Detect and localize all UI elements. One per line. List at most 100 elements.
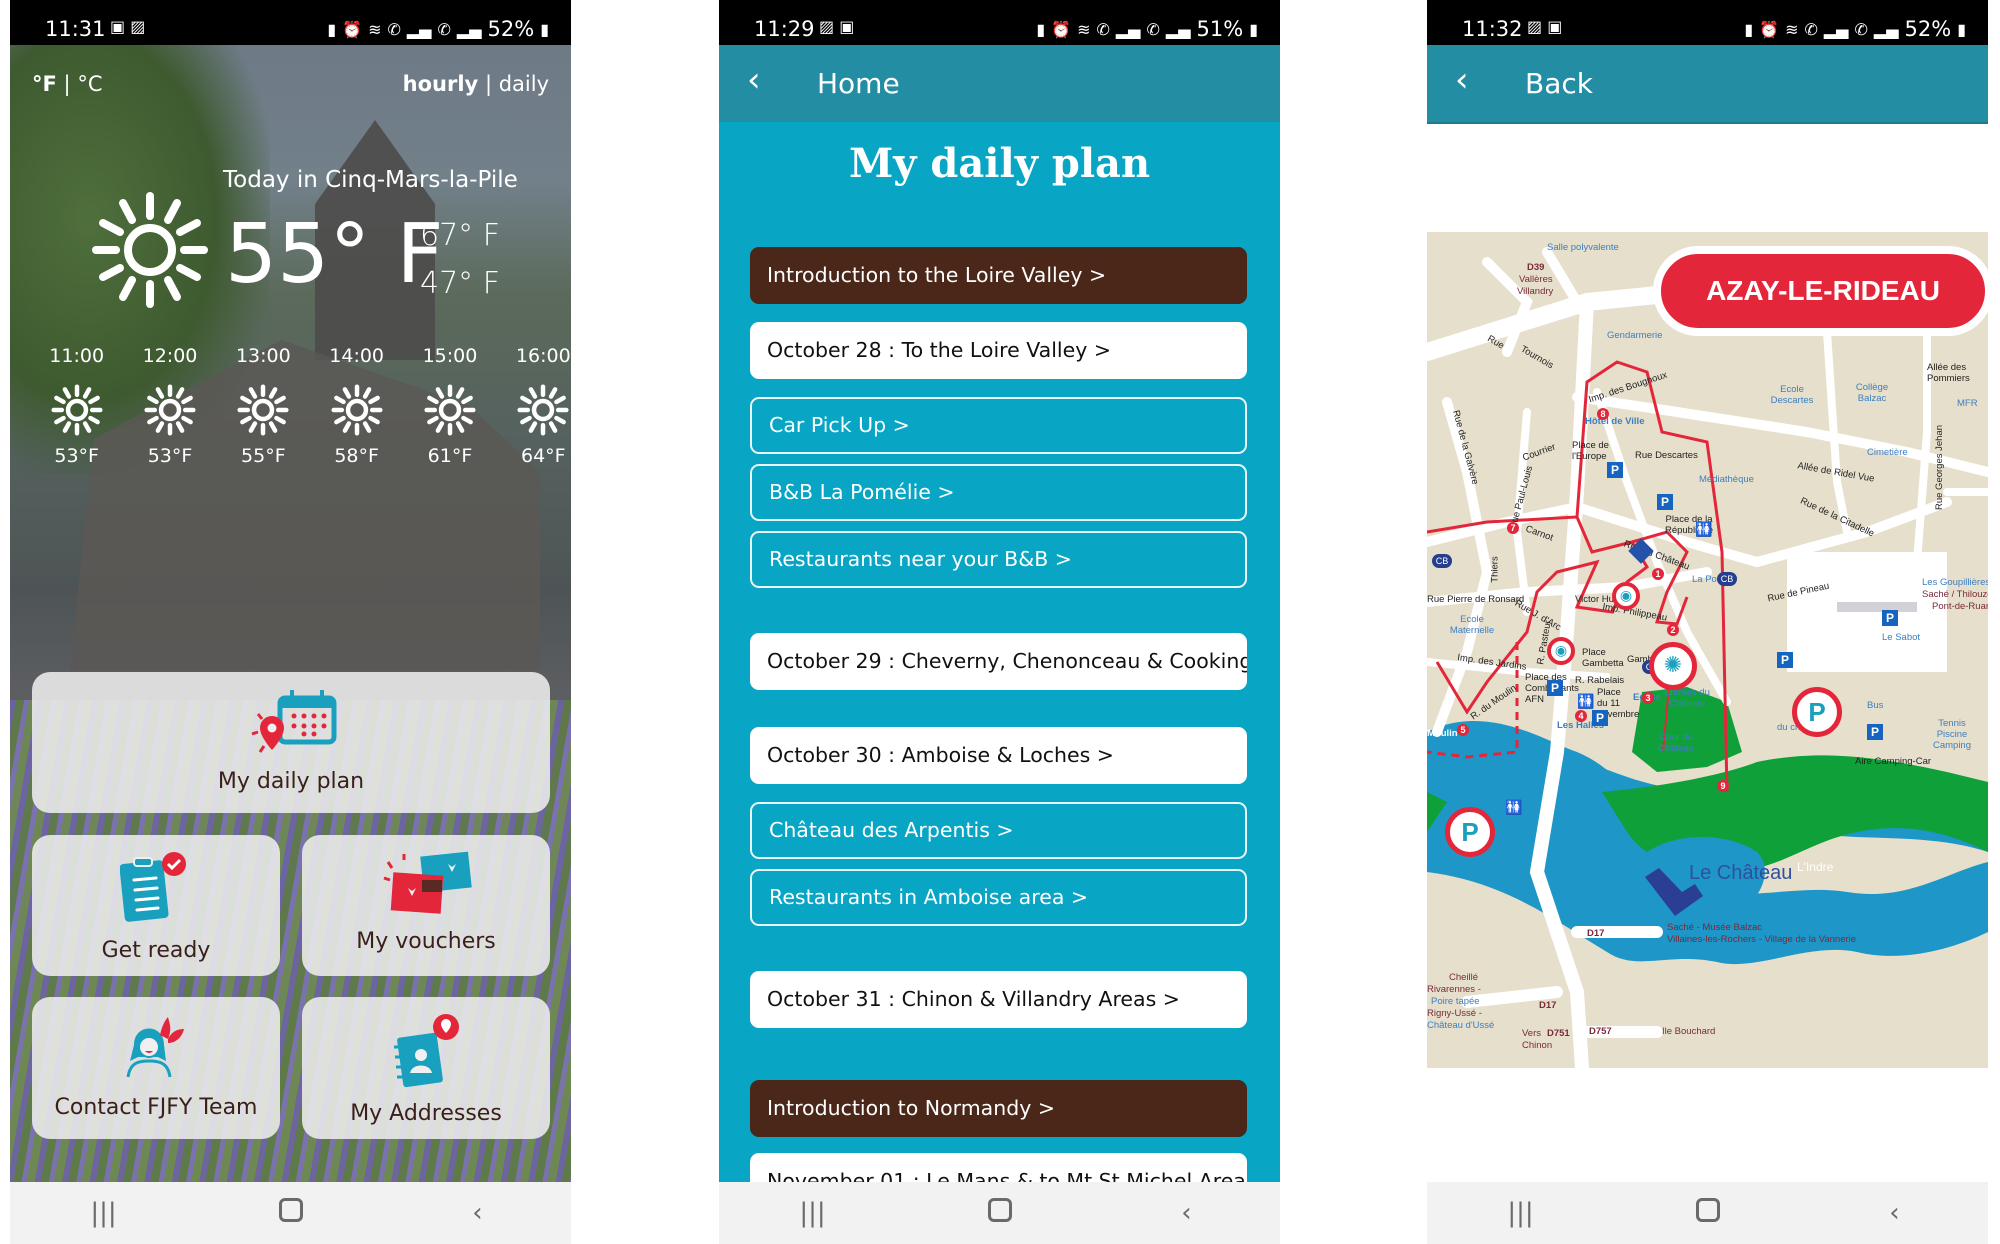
back-button[interactable]: ‹: [438, 1198, 518, 1228]
plan-item-day[interactable]: October 29 : Cheverny, Chenonceau & Cook…: [750, 633, 1247, 690]
battery-percent: 51%: [1196, 17, 1244, 41]
map-label: Vallères: [1519, 274, 1553, 285]
signal-icon: ▂▄: [1115, 19, 1141, 39]
map-label: Cheillé: [1449, 972, 1479, 983]
route-stop-marker: 4: [1575, 710, 1587, 722]
plan-item-sub[interactable]: B&B La Pomélie >: [750, 464, 1247, 521]
plan-item-day[interactable]: October 28 : To the Loire Valley >: [750, 322, 1247, 379]
map-label: Saché / Thilouze: [1922, 589, 1988, 600]
wifi-call-icon: ✆: [1096, 19, 1110, 39]
sun-icon: [123, 375, 216, 445]
sun-icon: [403, 375, 496, 445]
chateau-entrance-icon: ✺: [1649, 642, 1697, 690]
home-icon: [987, 1197, 1012, 1222]
back-to-home-button[interactable]: Home: [817, 67, 900, 100]
map-label: Château d'Ussé: [1427, 1020, 1495, 1031]
image-icon: ▨: [1527, 17, 1543, 36]
unit-fahrenheit[interactable]: °F: [32, 72, 57, 96]
back-arrow-icon[interactable]: ‹: [747, 63, 761, 97]
map-screen: 11:32 ▨ ▣ ▮ ⏰ ≋ ✆ ▂▄ ✆ ▂▄ 52% ▮ ‹ Back A…: [1427, 0, 1988, 1244]
sun-icon: [217, 375, 310, 445]
current-temperature: 55° F: [225, 207, 444, 302]
tile-get-ready[interactable]: Get ready: [32, 835, 280, 976]
tile-label: Contact FJFY Team: [54, 1095, 258, 1120]
map-label: Rigny-Ussé -: [1427, 1008, 1482, 1019]
range-hourly[interactable]: hourly: [403, 72, 479, 96]
plan-item-sub[interactable]: Car Pick Up >: [750, 397, 1247, 454]
hourly-item: 11:00 53°F: [30, 345, 123, 467]
viewpoint-icon: ◉: [1612, 582, 1640, 610]
hourly-item: 16:00 64°F: [497, 345, 571, 467]
unit-separator: |: [63, 72, 71, 96]
plan-item-day[interactable]: October 30 : Amboise & Loches >: [750, 727, 1247, 784]
plan-item-intro[interactable]: Introduction to Normandy >: [750, 1080, 1247, 1137]
recents-button[interactable]: |||: [64, 1198, 144, 1228]
range-daily[interactable]: daily: [499, 72, 549, 96]
wifi-icon: ≋: [1077, 19, 1091, 39]
hour-time: 14:00: [329, 345, 385, 367]
parking-icon: P: [1657, 494, 1673, 510]
low-temperature: 47° F: [420, 266, 500, 301]
wifi-call-icon: ✆: [387, 19, 401, 39]
wifi-call-icon: ✆: [1804, 19, 1818, 39]
tile-label: Get ready: [101, 938, 211, 963]
back-button[interactable]: ‹: [1855, 1198, 1935, 1228]
plan-item-sub[interactable]: Château des Arpentis >: [750, 802, 1247, 859]
hourly-item: 14:00 58°F: [310, 345, 403, 467]
notification-icons: ▣ ▨: [110, 17, 145, 36]
plan-item-intro[interactable]: Introduction to the Loire Valley >: [750, 247, 1247, 304]
alarm-icon: ⏰: [1759, 19, 1780, 39]
home-button[interactable]: [251, 1197, 331, 1229]
back-arrow-icon[interactable]: ‹: [1455, 63, 1469, 97]
sun-icon: [497, 375, 571, 445]
route-stop-marker: 1: [1652, 568, 1664, 580]
parking-icon: P: [1777, 652, 1793, 668]
map-label: Ecole Descartes: [1770, 384, 1814, 406]
home-button[interactable]: [960, 1197, 1040, 1229]
tile-contact-team[interactable]: Contact FJFY Team: [32, 997, 280, 1139]
plan-item-sub[interactable]: Restaurants near your B&B >: [750, 531, 1247, 588]
plan-item-sub[interactable]: Restaurants in Amboise area >: [750, 869, 1247, 926]
tile-label: My vouchers: [356, 929, 496, 954]
map-label: Allée des Pommiers: [1927, 362, 1970, 384]
status-time: 11:29: [754, 17, 815, 41]
tile-my-addresses[interactable]: My Addresses: [302, 997, 550, 1139]
recents-button[interactable]: |||: [1481, 1198, 1561, 1228]
status-icons: ▮ ⏰ ≋ ✆ ▂▄ ✆ ▂▄ 51% ▮: [1036, 17, 1258, 41]
map-label: Cour du Château: [1658, 732, 1694, 754]
parking-icon: P: [1882, 610, 1898, 626]
map-label: Pont-de-Ruan: [1932, 601, 1988, 612]
home-icon: [278, 1197, 303, 1222]
unit-toggle: °F | °C: [32, 72, 102, 96]
back-button[interactable]: Back: [1525, 67, 1593, 100]
alarm-icon: ⏰: [1051, 19, 1072, 39]
tile-my-daily-plan[interactable]: My daily plan: [32, 672, 550, 813]
map-label: Aire Camping-Car: [1855, 756, 1932, 767]
system-nav-bar: ||| ‹: [719, 1182, 1280, 1244]
map-label: Place de l'Europe: [1572, 440, 1609, 462]
home-button[interactable]: [1668, 1197, 1748, 1229]
recents-button[interactable]: |||: [773, 1198, 853, 1228]
signal-icon: ▂▄: [406, 19, 432, 39]
app-header: ‹ Back: [1427, 45, 1988, 124]
system-nav-bar: ||| ‹: [1427, 1182, 1988, 1244]
map-label: Thiers: [1489, 556, 1501, 583]
tile-my-vouchers[interactable]: My vouchers: [302, 835, 550, 976]
back-button[interactable]: ‹: [1147, 1198, 1227, 1228]
hourly-forecast: 11:00 53°F 12:00 53°F 13:00 55°F 14:00 58°F 15:0…: [30, 345, 571, 467]
voicemail-icon: ▣: [839, 17, 855, 36]
vouchers-icon: [383, 851, 472, 914]
unit-celsius[interactable]: °C: [77, 72, 102, 96]
toilets-icon: 🚻: [1505, 800, 1523, 816]
sun-icon: [310, 375, 403, 445]
voicemail-icon: ▣: [110, 17, 126, 36]
map-label: D17: [1587, 928, 1605, 939]
plan-item-day[interactable]: October 31 : Chinon & Villandry Areas >: [750, 971, 1247, 1028]
viewpoint-icon: ◉: [1547, 637, 1575, 665]
map-label: D17: [1539, 1000, 1557, 1011]
hour-time: 12:00: [142, 345, 198, 367]
hourly-item: 13:00 55°F: [217, 345, 310, 467]
town-map[interactable]: AZAY-LE-RIDEAU Salle polyvalente D39 Val…: [1427, 232, 1988, 1068]
battery-saver-icon: ▮: [1744, 19, 1754, 39]
calendar-pin-icon: [251, 690, 337, 753]
